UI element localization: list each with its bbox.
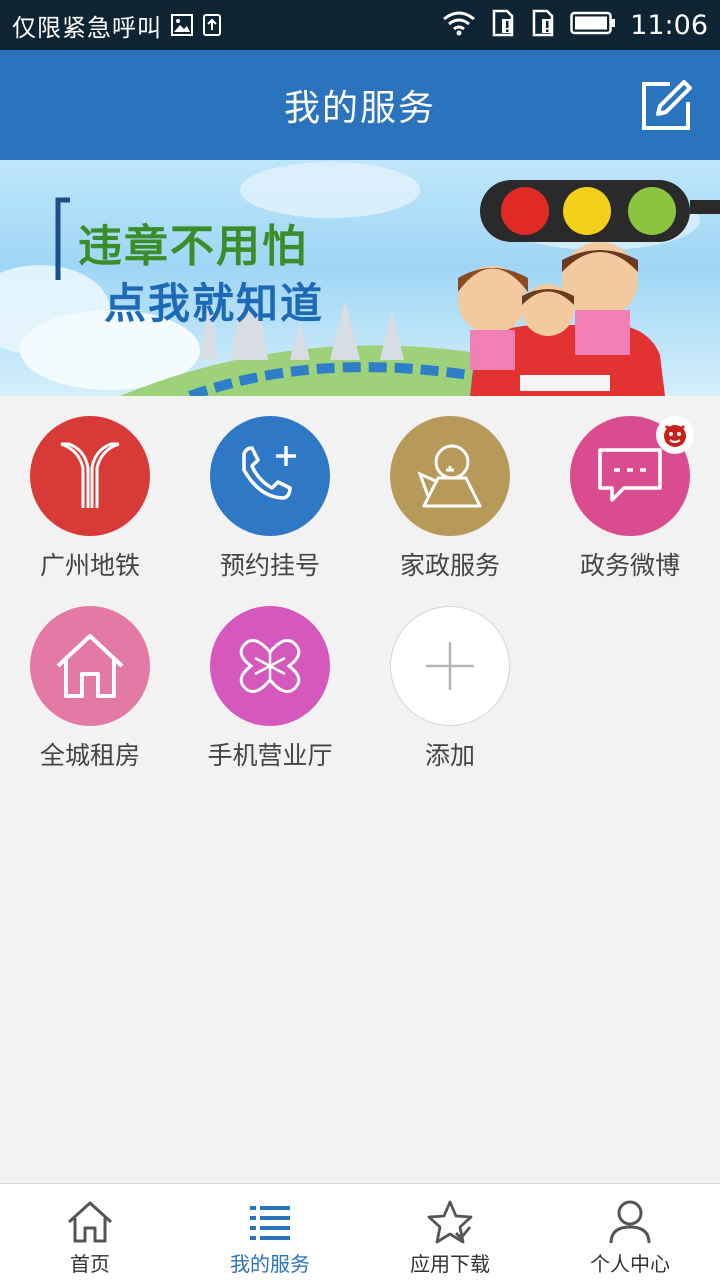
- service-label: 家政服务: [399, 551, 500, 580]
- service-label: 手机营业厅: [207, 741, 333, 770]
- nav-label: 应用下载: [410, 1252, 490, 1276]
- page-title: 我的服务: [283, 88, 436, 129]
- service-government-weibo[interactable]: 政务微博: [540, 396, 720, 586]
- banner-subline: 点我就知道: [104, 279, 325, 328]
- clock: 11:06: [630, 9, 708, 41]
- add-service-button[interactable]: 添加: [360, 586, 540, 776]
- app-header: 我的服务: [0, 50, 720, 160]
- service-label: 政务微博: [579, 551, 680, 580]
- notification-badge: [656, 416, 694, 454]
- service-city-rental[interactable]: 全城租房: [0, 586, 180, 776]
- service-appointment-registration[interactable]: 预约挂号: [180, 396, 360, 586]
- metro-icon: [60, 442, 120, 508]
- service-icon-circle: [30, 416, 150, 536]
- service-label: 添加: [424, 741, 475, 770]
- home-icon: [67, 1201, 113, 1243]
- service-label: 广州地铁: [39, 551, 140, 580]
- service-icon-circle: [210, 606, 330, 726]
- status-bar: 仅限紧急呼叫 11:06: [0, 0, 720, 50]
- knot-icon: [239, 638, 301, 694]
- badge-mascot-icon: [664, 424, 686, 447]
- service-guangzhou-metro[interactable]: 广州地铁: [0, 396, 180, 586]
- nav-app-download[interactable]: 应用下载: [360, 1184, 540, 1280]
- image-notification-icon: [170, 13, 194, 37]
- house-icon: [56, 634, 124, 698]
- edit-button[interactable]: [640, 80, 692, 132]
- service-icon-circle: [390, 606, 510, 726]
- nav-label: 我的服务: [230, 1252, 310, 1276]
- carrier-text: 仅限紧急呼叫: [12, 13, 162, 42]
- kettle-icon: [417, 444, 482, 508]
- user-icon: [609, 1200, 651, 1244]
- promo-banner[interactable]: 违章不用怕 点我就知道: [0, 160, 720, 396]
- plus-icon: [426, 642, 474, 690]
- service-mobile-business-hall[interactable]: 手机营业厅: [180, 586, 360, 776]
- chat-bubble-icon: [598, 448, 662, 502]
- star-icon: [427, 1200, 473, 1244]
- list-icon: [250, 1206, 290, 1240]
- status-icons: 11:06: [442, 9, 708, 41]
- phone-plus-icon: [242, 446, 296, 500]
- banner-headline: 违章不用怕: [78, 221, 308, 272]
- nav-label: 个人中心: [590, 1252, 670, 1276]
- service-icon-circle: [210, 416, 330, 536]
- sim1-alert-icon: [490, 9, 516, 41]
- edit-icon: [642, 80, 692, 130]
- service-icon-circle: [30, 606, 150, 726]
- nav-home[interactable]: 首页: [0, 1184, 180, 1280]
- service-label: 全城租房: [39, 741, 140, 770]
- service-icon-circle: [390, 416, 510, 536]
- service-housekeeping[interactable]: 家政服务: [360, 396, 540, 586]
- service-label: 预约挂号: [219, 551, 320, 580]
- wifi-icon: [442, 10, 476, 40]
- nav-my-services[interactable]: 我的服务: [180, 1184, 360, 1280]
- bottom-navigation: 首页 我的服务 应用下载 个人中心: [0, 1183, 720, 1280]
- battery-icon: [570, 11, 616, 39]
- nav-label: 首页: [70, 1252, 110, 1276]
- service-icon-circle: [570, 416, 694, 536]
- upload-notification-icon: [202, 13, 222, 37]
- nav-personal-center[interactable]: 个人中心: [540, 1184, 720, 1280]
- sim2-alert-icon: [530, 9, 556, 41]
